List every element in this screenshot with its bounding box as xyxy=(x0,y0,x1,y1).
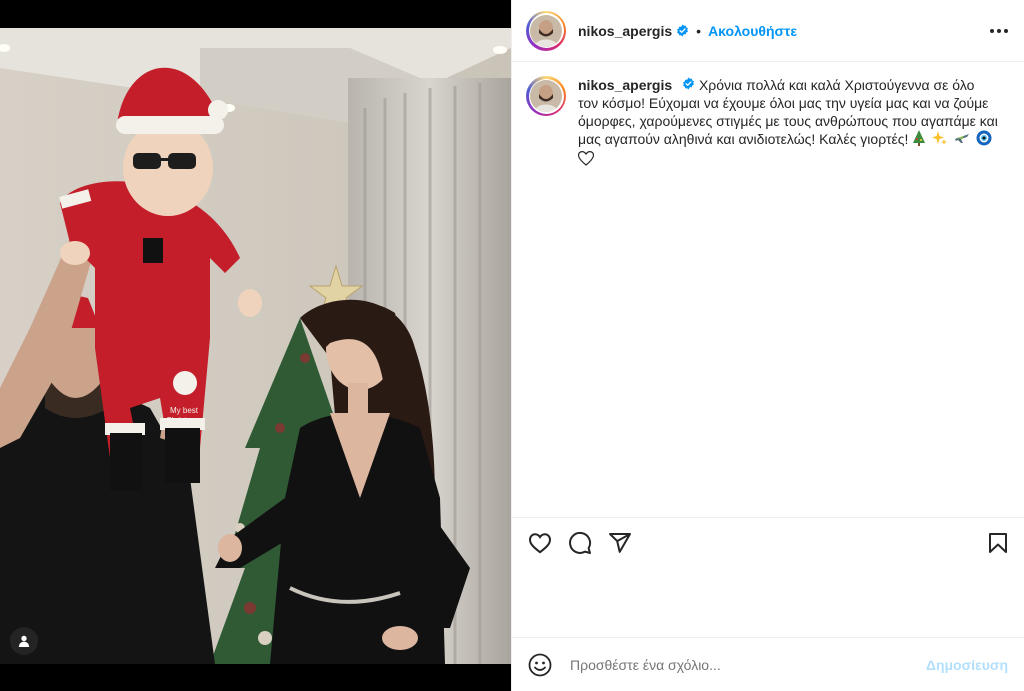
caption-text: nikos_apergis Χρόνια πολλά και καλά Χρισ… xyxy=(577,76,998,517)
likes-area xyxy=(512,567,1024,637)
caption-avatar[interactable] xyxy=(526,76,566,116)
share-icon[interactable] xyxy=(608,531,632,555)
verified-badge-icon xyxy=(676,24,689,37)
post-photo[interactable]: My best Christmas xyxy=(0,28,511,664)
comment-input[interactable] xyxy=(570,656,926,673)
user-icon xyxy=(18,635,30,647)
svg-text:Christmas: Christmas xyxy=(166,416,202,425)
avatar-image xyxy=(530,14,562,47)
photo-illustration: My best Christmas xyxy=(0,28,511,664)
post-sidebar: nikos_apergis • Ακολουθήστε nikos_apergi… xyxy=(511,0,1024,691)
post-media: My best Christmas xyxy=(0,0,511,691)
post-comment-button[interactable]: Δημοσίευση xyxy=(926,657,1008,673)
tagged-users-button[interactable] xyxy=(10,627,38,655)
white-heart-icon xyxy=(577,150,595,170)
emoji-picker-icon[interactable] xyxy=(528,653,552,677)
svg-text:My best: My best xyxy=(170,406,199,415)
save-bookmark-icon[interactable] xyxy=(986,531,1010,555)
sparkles-icon xyxy=(932,130,948,150)
more-options-icon[interactable] xyxy=(990,28,1008,33)
like-heart-icon[interactable] xyxy=(528,531,552,555)
caption-username[interactable]: nikos_apergis xyxy=(578,77,672,93)
comment-bar: Δημοσίευση xyxy=(512,637,1024,691)
post-header: nikos_apergis • Ακολουθήστε xyxy=(512,0,1024,62)
nazar-amulet-icon xyxy=(976,130,992,150)
verified-badge-icon xyxy=(682,77,695,90)
action-bar xyxy=(512,517,1024,567)
avatar-image xyxy=(530,80,562,112)
christmas-tree-icon xyxy=(912,130,926,150)
follow-button[interactable]: Ακολουθήστε xyxy=(708,23,797,39)
username[interactable]: nikos_apergis xyxy=(578,23,672,39)
avatar[interactable] xyxy=(526,10,566,51)
comment-icon[interactable] xyxy=(568,531,592,555)
airplane-icon xyxy=(954,130,970,150)
instagram-post-modal: My best Christmas nikos_apergis • Ακολου… xyxy=(0,0,1024,691)
caption-area: nikos_apergis Χρόνια πολλά και καλά Χρισ… xyxy=(512,62,1024,517)
separator-dot: • xyxy=(696,22,702,39)
